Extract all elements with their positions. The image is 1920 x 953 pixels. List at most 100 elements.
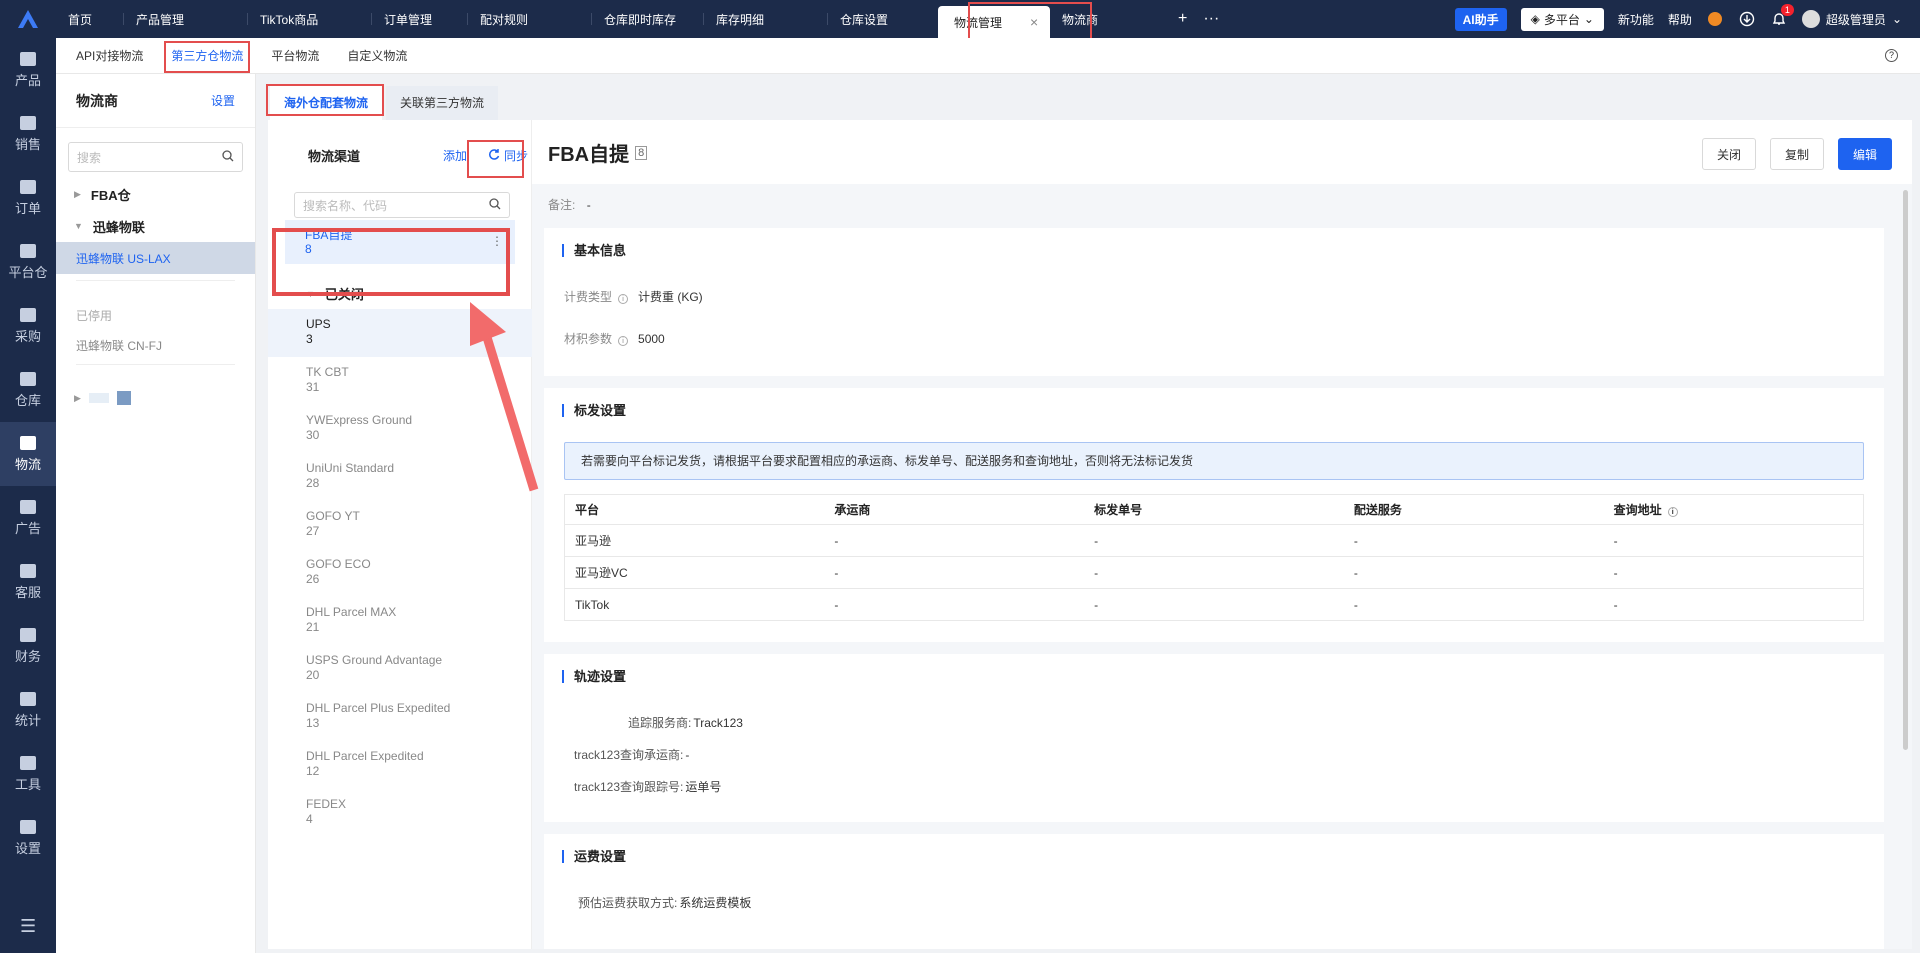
provider-panel: 物流商 设置 搜索 ▶ FBA仓 ▼ 迅蜂物联 迅蜂物联 US-LAX 已停用 迅蜂… — [56, 74, 256, 953]
channel-item[interactable]: FEDEX 4 — [268, 789, 532, 837]
collapse-menu-icon[interactable]: ☰ — [20, 916, 36, 937]
subnav-third-party-logistics[interactable]: 第三方仓物流 — [171, 47, 243, 64]
channel-item[interactable]: DHL Parcel Plus Expedited 13 — [268, 693, 532, 741]
nav-label: 财务 — [14, 648, 41, 664]
edit-button[interactable]: 编辑 — [1837, 138, 1892, 170]
add-channel-link[interactable]: 添加 — [443, 147, 467, 164]
remark: 备注: - — [548, 196, 591, 213]
tab-pairing-rules[interactable]: 配对规则 — [468, 0, 592, 38]
channel-item[interactable]: USPS Ground Advantage 20 — [268, 645, 532, 693]
channel-item[interactable]: GOFO YT 27 — [268, 501, 532, 549]
nav-label: 工具 — [14, 776, 41, 792]
tab-linked-third-party[interactable]: 关联第三方物流 — [386, 86, 499, 120]
subnav-custom-logistics[interactable]: 自定义物流 — [347, 47, 407, 64]
nav-platform-warehouse[interactable]: 平台仓 — [0, 230, 56, 294]
scrollbar[interactable] — [1903, 190, 1908, 750]
divider — [76, 364, 235, 365]
nav-logistics[interactable]: 物流 — [0, 422, 56, 486]
tracking-number-row: track123查询跟踪号: 运单号 — [574, 778, 721, 795]
copy-button[interactable]: 复制 — [1769, 138, 1824, 170]
freight-method-row: 预估运费获取方式: 系统运费模板 — [578, 894, 751, 911]
tab-warehouse-settings[interactable]: 仓库设置 — [828, 0, 938, 38]
nav-label: 平台仓 — [8, 264, 48, 280]
close-button[interactable]: 关闭 — [1701, 138, 1756, 170]
provider-search-input[interactable]: 搜索 — [68, 142, 243, 172]
tab-orders[interactable]: 订单管理 — [372, 0, 468, 38]
nav-sales[interactable]: 销售 — [0, 102, 56, 166]
tree-group-fba[interactable]: ▶ FBA仓 — [56, 178, 255, 210]
tab-logistics-management[interactable]: 物流管理 × — [938, 6, 1050, 38]
redacted-tree-item[interactable]: ▶ — [56, 371, 255, 405]
table-row: 亚马逊VC - - - - — [564, 556, 1864, 589]
closed-group-header[interactable]: ▼ 已关闭 — [306, 284, 364, 303]
ai-assistant-button[interactable]: AI助手 — [1454, 7, 1507, 31]
channel-item[interactable]: UniUni Standard 28 — [268, 453, 532, 501]
channel-item[interactable]: DHL Parcel Expedited 12 — [268, 741, 532, 789]
tree-group-xunfeng[interactable]: ▼ 迅蜂物联 — [56, 210, 255, 242]
channel-item[interactable]: UPS 3 — [268, 309, 532, 357]
more-vertical-icon[interactable]: ⋮ — [491, 234, 503, 248]
caret-right-icon: ▶ — [74, 188, 81, 199]
nav-statistics[interactable]: 统计 — [0, 678, 56, 742]
info-icon[interactable]: i — [1667, 507, 1678, 517]
tab-stock-detail[interactable]: 库存明细 — [704, 0, 828, 38]
info-icon[interactable]: i — [618, 294, 629, 304]
new-feature-link[interactable]: 新功能 — [1618, 11, 1654, 28]
field-value: - — [685, 748, 690, 762]
tree-leaf-active[interactable]: 迅蜂物联 US-LAX — [56, 242, 255, 274]
channel-item[interactable]: YWExpress Ground 30 — [268, 405, 532, 453]
channel-item[interactable]: TK CBT 31 — [268, 357, 532, 405]
subnav-platform-logistics[interactable]: 平台物流 — [271, 47, 319, 64]
avatar — [1801, 10, 1820, 28]
table-cell: TikTok — [564, 588, 825, 621]
add-tab-icon[interactable]: + — [1170, 10, 1195, 28]
table-cell: - — [824, 556, 1085, 589]
channel-code: 30 — [306, 428, 320, 442]
nav-product[interactable]: 产品 — [0, 38, 56, 102]
nav-service[interactable]: 客服 — [0, 550, 56, 614]
tab-logistics-provider[interactable]: 物流商 — [1050, 0, 1170, 38]
channel-item[interactable]: GOFO ECO 26 — [268, 549, 532, 597]
tab-label: 库存明细 — [716, 12, 765, 27]
tab-product[interactable]: 产品管理 — [124, 0, 248, 38]
tab-home[interactable]: 首页 — [56, 0, 124, 38]
channel-search-input[interactable]: 搜索名称、代码 — [294, 192, 510, 218]
support-agent-icon[interactable] — [1706, 10, 1724, 28]
table-cell: - — [1343, 588, 1604, 621]
tab-tiktok-products[interactable]: TikTok商品 — [248, 0, 372, 38]
channel-code: 28 — [306, 476, 320, 490]
user-menu[interactable]: 超级管理员 ⌄ — [1801, 10, 1902, 28]
product-icon — [20, 51, 36, 66]
nav-warehouse[interactable]: 仓库 — [0, 358, 56, 422]
nav-label: 广告 — [14, 520, 41, 536]
subnav-api-logistics[interactable]: API对接物流 — [76, 47, 143, 64]
nav-settings[interactable]: 设置 — [0, 806, 56, 870]
section-title: 运费设置 — [562, 850, 626, 863]
nav-tools[interactable]: 工具 — [0, 742, 56, 806]
help-link[interactable]: 帮助 — [1668, 11, 1692, 28]
download-icon[interactable] — [1738, 10, 1756, 28]
tab-warehouse-stock[interactable]: 仓库即时库存 — [592, 0, 704, 38]
channel-item[interactable]: DHL Parcel MAX 21 — [268, 597, 532, 645]
channel-item-active[interactable]: FBA自提 8 ⋮ — [285, 220, 515, 264]
top-right-tools: AI助手 ◈ 多平台 ⌄ 新功能 帮助 1 超级管理员 ⌄ — [1454, 0, 1902, 38]
app-logo[interactable] — [0, 0, 56, 38]
more-tabs-icon[interactable]: ··· — [1195, 10, 1227, 28]
nav-orders[interactable]: 订单 — [0, 166, 56, 230]
channel-panel: 物流渠道 添加 同步 搜索名称、代码 FBA自提 8 ⋮ ▼ 已关闭 UPS 3… — [268, 120, 532, 949]
platform-select[interactable]: ◈ 多平台 ⌄ — [1520, 7, 1604, 31]
table-cell: - — [1084, 524, 1344, 557]
help-icon[interactable]: ? — [1885, 49, 1898, 62]
bell-icon[interactable]: 1 — [1770, 4, 1794, 28]
tree-leaf-disabled[interactable]: 迅蜂物联 CN-FJ — [56, 334, 255, 358]
nav-purchase[interactable]: 采购 — [0, 294, 56, 358]
sync-button[interactable]: 同步 — [488, 147, 528, 164]
caret-right-icon: ▶ — [74, 392, 81, 403]
nav-ads[interactable]: 广告 — [0, 486, 56, 550]
close-icon[interactable]: × — [1030, 14, 1038, 30]
nav-finance[interactable]: 财务 — [0, 614, 56, 678]
info-icon[interactable]: i — [618, 336, 629, 346]
tab-overseas-logistics[interactable]: 海外仓配套物流 — [270, 86, 383, 120]
billing-type-row: 计费类型 i 计费重 (KG) — [564, 288, 703, 305]
provider-settings-link[interactable]: 设置 — [211, 92, 235, 109]
